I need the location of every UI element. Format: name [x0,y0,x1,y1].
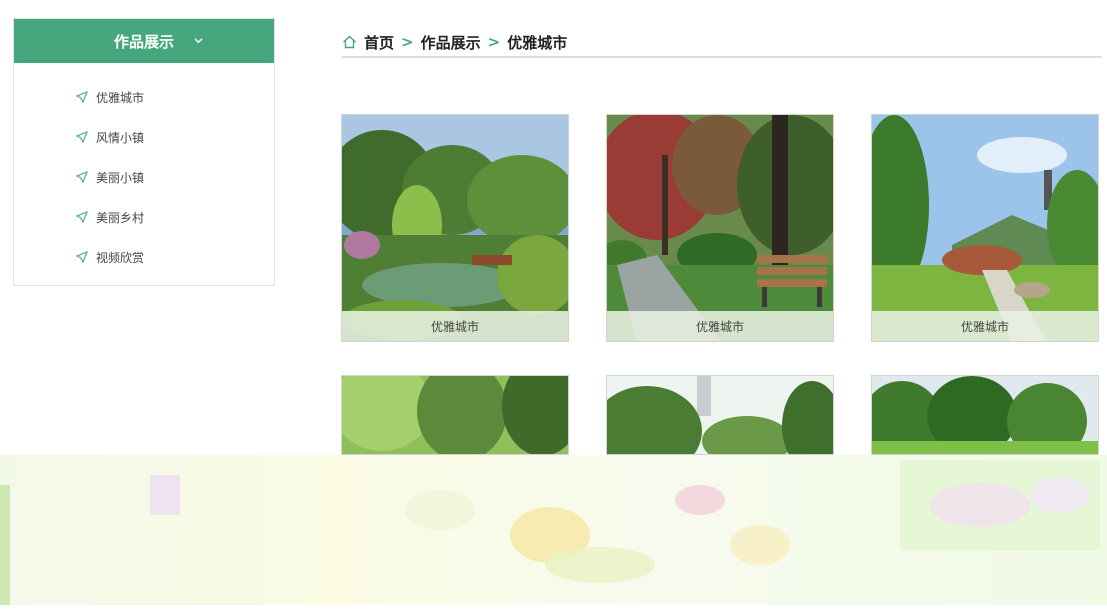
sidebar-item-label: 视频欣赏 [96,250,145,265]
tall-trees-photo [607,376,833,454]
sidebar-item-beautiful-village[interactable]: 美丽乡村 [14,197,274,237]
gallery-card[interactable]: 优雅城市 [606,114,834,342]
breadcrumb: 首页 > 作品展示 > 优雅城市 [342,28,1102,58]
faded-content-area [0,455,1107,605]
send-arrow-icon [76,131,88,143]
sidebar-header[interactable]: 作品展示 [14,19,274,63]
willow-trees-photo [342,376,568,454]
home-icon [343,35,356,49]
hillside-path-photo [872,115,1098,341]
breadcrumb-current: 优雅城市 [507,33,568,52]
breadcrumb-home[interactable]: 首页 [364,32,394,53]
send-arrow-icon [76,211,88,223]
send-arrow-icon [76,91,88,103]
faded-image-strip [0,460,1100,605]
sidebar-item-label: 风情小镇 [96,130,145,145]
sidebar-item-video[interactable]: 视频欣赏 [14,237,274,277]
breadcrumb-separator: > [401,33,414,51]
sidebar: 作品展示 优雅城市 风情小镇 美丽小镇 美丽乡村 视频欣赏 [13,18,275,286]
gallery-caption: 优雅城市 [872,311,1098,341]
gallery-card[interactable]: 优雅城市 [341,114,569,342]
park-bench-photo [607,115,833,341]
gallery-card[interactable] [606,375,834,455]
forest-lawn-photo [872,376,1098,454]
sidebar-item-label: 美丽小镇 [96,170,145,185]
breadcrumb-works[interactable]: 作品展示 [421,32,481,53]
gallery-card[interactable] [341,375,569,455]
sidebar-item-beautiful-town[interactable]: 美丽小镇 [14,157,274,197]
sidebar-item-label: 优雅城市 [96,90,145,105]
breadcrumb-separator: > [487,33,501,51]
chevron-down-icon [194,38,203,44]
gallery-caption: 优雅城市 [607,311,833,341]
gallery-card[interactable]: 优雅城市 [871,114,1099,342]
gallery-card[interactable] [871,375,1099,455]
send-arrow-icon [76,251,88,263]
sidebar-item-elegant-city[interactable]: 优雅城市 [14,77,274,117]
send-arrow-icon [76,171,88,183]
sidebar-title: 作品展示 [113,32,174,51]
sidebar-item-label: 美丽乡村 [96,210,145,225]
garden-pond-photo [342,115,568,341]
sidebar-item-style-town[interactable]: 风情小镇 [14,117,274,157]
gallery-caption: 优雅城市 [342,311,568,341]
